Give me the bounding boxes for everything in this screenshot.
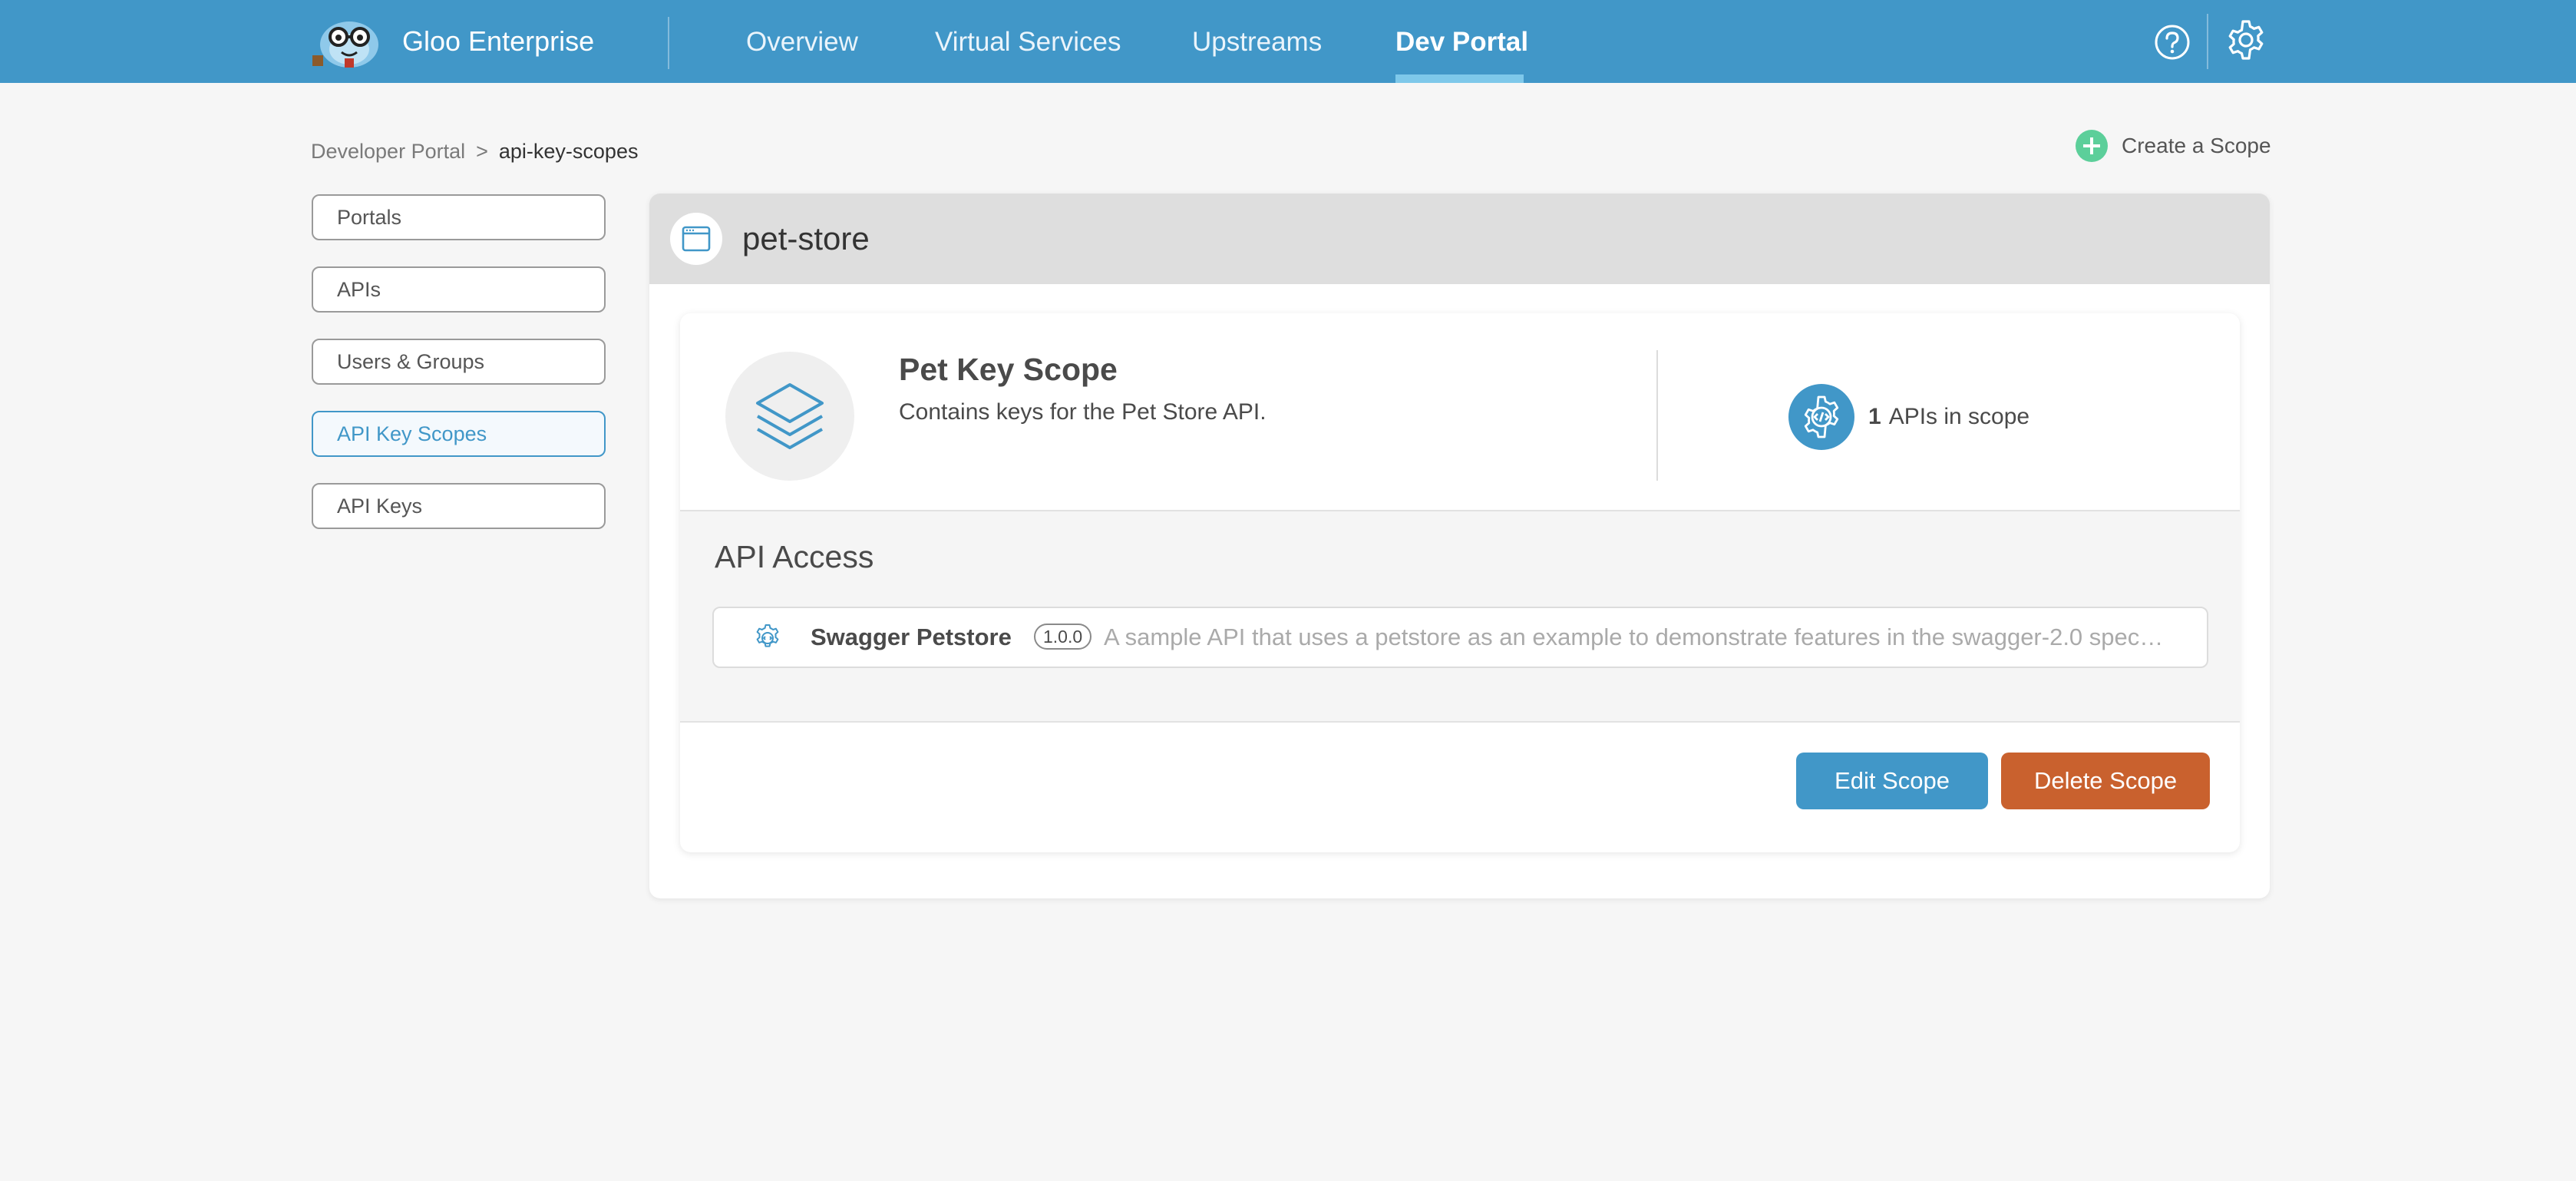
sidebar-item-api-keys[interactable]: API Keys [312, 483, 606, 529]
api-gear-icon [1788, 384, 1854, 450]
edit-scope-button[interactable]: Edit Scope [1796, 753, 1988, 809]
panel-divider [1656, 350, 1658, 481]
breadcrumb-separator: > [476, 140, 488, 163]
apis-in-scope: 1 APIs in scope [1788, 384, 2029, 450]
breadcrumb-current: api-key-scopes [498, 140, 639, 163]
header-divider [2207, 14, 2208, 69]
api-version-badge: 1.0.0 [1034, 624, 1092, 650]
scope-description: Contains keys for the Pet Store API. [899, 399, 1267, 425]
portal-name: pet-store [742, 220, 870, 256]
api-gear-icon [752, 623, 783, 657]
api-access-title: API Access [715, 539, 874, 574]
browser-window-icon [670, 213, 722, 265]
scope-panel: Pet Key Scope Contains keys for the Pet … [680, 313, 2240, 852]
breadcrumb: Developer Portal > api-key-scopes [311, 140, 638, 164]
api-list-item[interactable]: Swagger Petstore 1.0.0 A sample API that… [712, 607, 2208, 668]
nav-overview[interactable]: Overview [746, 0, 858, 83]
sidebar-item-users-groups[interactable]: Users & Groups [312, 339, 606, 385]
nav-virtual-services[interactable]: Virtual Services [935, 0, 1121, 83]
nav-dev-portal[interactable]: Dev Portal [1395, 0, 1528, 83]
brand-name[interactable]: Gloo Enterprise [402, 0, 594, 83]
create-scope-button[interactable]: Create a Scope [2076, 129, 2271, 163]
api-description: A sample API that uses a petstore as an … [1104, 624, 2164, 650]
portal-card-header: pet-store [649, 194, 2270, 284]
sidebar-item-portals[interactable]: Portals [312, 194, 606, 240]
top-nav-bar: Gloo Enterprise Overview Virtual Service… [0, 0, 2576, 83]
gear-icon[interactable] [2224, 18, 2267, 61]
nav-divider [668, 17, 669, 69]
api-count: 1 [1868, 404, 1881, 429]
help-icon[interactable] [2154, 24, 2191, 61]
breadcrumb-parent[interactable]: Developer Portal [311, 140, 465, 163]
api-count-label: APIs in scope [1888, 404, 2030, 429]
sidebar-item-apis[interactable]: APIs [312, 266, 606, 313]
gloo-logo-icon[interactable] [311, 14, 388, 69]
portal-card: pet-store Pet Key Scope Contains keys fo… [649, 194, 2270, 898]
active-nav-indicator [1395, 74, 1524, 83]
nav-upstreams[interactable]: Upstreams [1192, 0, 1322, 83]
layers-icon [725, 352, 854, 481]
api-access-section: API Access Swagger Petstore 1.0.0 A samp… [680, 510, 2240, 723]
plus-icon [2076, 130, 2108, 162]
delete-scope-button[interactable]: Delete Scope [2001, 753, 2210, 809]
create-scope-label: Create a Scope [2122, 134, 2271, 157]
api-name: Swagger Petstore [811, 624, 1012, 650]
scope-name: Pet Key Scope [899, 352, 1118, 387]
sidebar-item-api-key-scopes[interactable]: API Key Scopes [312, 411, 606, 457]
